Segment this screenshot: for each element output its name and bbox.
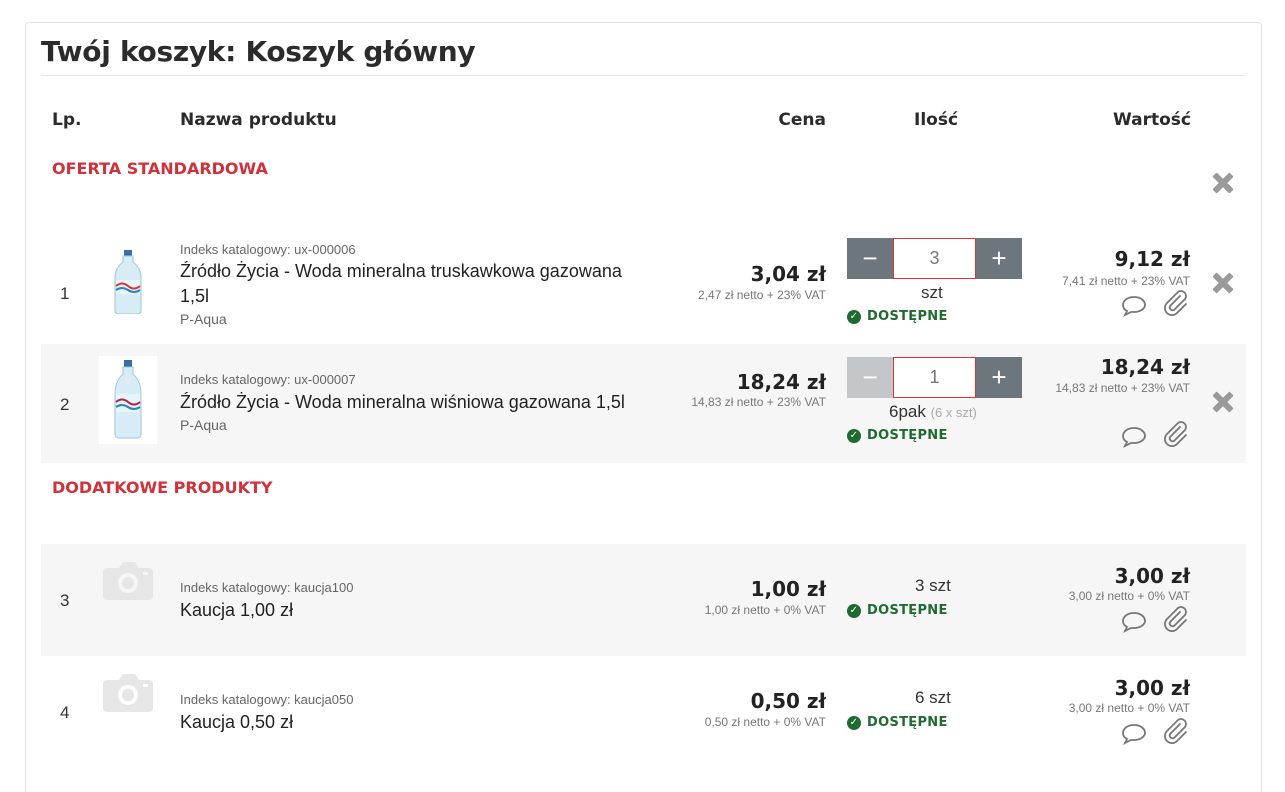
increase-quantity-button[interactable]: +: [976, 357, 1022, 398]
quantity-input[interactable]: [893, 357, 976, 398]
unit-price: 0,50 zł: [750, 689, 826, 713]
availability-status: ✓ DOSTĘPNE: [847, 428, 948, 443]
availability-label: DOSTĘPNE: [867, 715, 948, 730]
table-row: 1 Indeks katalogowy: ux-000006 Źródło Ży…: [41, 218, 1246, 344]
availability-status: ✓ DOSTĘPNE: [847, 603, 948, 618]
title-divider: [41, 75, 1246, 76]
remove-item-button[interactable]: [1210, 270, 1236, 296]
paperclip-icon[interactable]: [1161, 420, 1191, 450]
decrease-quantity-button[interactable]: −: [847, 238, 893, 279]
decrease-quantity-button[interactable]: −: [847, 357, 893, 398]
availability-label: DOSTĘPNE: [867, 309, 948, 324]
unit-price-net: 2,47 zł netto + 23% VAT: [698, 288, 826, 302]
line-total-net: 3,00 zł netto + 0% VAT: [1068, 589, 1190, 603]
remove-item-button[interactable]: [1210, 389, 1236, 415]
camera-placeholder-icon: [99, 662, 157, 722]
column-header-price: Cena: [778, 110, 826, 130]
unit-label: 6pak: [889, 402, 926, 421]
row-number: 2: [60, 395, 70, 414]
paperclip-icon[interactable]: [1161, 717, 1191, 747]
quantity-text: 3 szt: [915, 576, 951, 595]
comment-icon[interactable]: [1121, 426, 1147, 449]
quantity-input[interactable]: [893, 238, 976, 279]
product-name[interactable]: Kaucja 0,50 zł: [180, 710, 650, 735]
unit-price: 1,00 zł: [750, 577, 826, 601]
paperclip-icon[interactable]: [1161, 289, 1191, 319]
section-standard-offer: OFERTA STANDARDOWA: [52, 159, 268, 178]
paperclip-icon[interactable]: [1161, 605, 1191, 635]
availability-label: DOSTĘPNE: [867, 428, 948, 443]
catalog-index: Indeks katalogowy: kaucja050: [180, 692, 354, 707]
line-total: 9,12 zł: [1114, 247, 1190, 271]
quantity-unit: 6pak (6 x szt): [889, 402, 977, 422]
camera-placeholder-icon: [99, 550, 157, 610]
quantity-stepper: − +: [847, 357, 1022, 398]
product-brand: P-Aqua: [180, 311, 227, 327]
column-header-value: Wartość: [1112, 110, 1191, 130]
product-image: [99, 356, 157, 444]
check-circle-icon: ✓: [847, 309, 861, 324]
unit-price-net: 0,50 zł netto + 0% VAT: [704, 715, 826, 729]
quantity-unit: szt: [921, 283, 943, 302]
product-name[interactable]: Źródło Życia - Woda mineralna truskawkow…: [180, 259, 650, 309]
check-circle-icon: ✓: [847, 715, 861, 730]
quantity-text: 6 szt: [915, 688, 951, 707]
product-image: [99, 238, 157, 326]
table-row: 4 Indeks katalogowy: kaucja050 Kaucja 0,…: [41, 656, 1246, 768]
table-row: 2 Indeks katalogowy: ux-000007 Źródło Ży…: [41, 344, 1246, 463]
unit-price-net: 14,83 zł netto + 23% VAT: [691, 395, 826, 409]
availability-status: ✓ DOSTĘPNE: [847, 715, 948, 730]
column-header-lp: Lp.: [52, 110, 82, 130]
row-number: 4: [60, 703, 70, 722]
unit-note: (6 x szt): [930, 405, 977, 420]
line-total-net: 14,83 zł netto + 23% VAT: [1055, 381, 1190, 395]
table-row: 3 Indeks katalogowy: kaucja100 Kaucja 1,…: [41, 544, 1246, 656]
catalog-index: Indeks katalogowy: kaucja100: [180, 580, 354, 595]
check-circle-icon: ✓: [847, 428, 861, 443]
column-header-name: Nazwa produktu: [180, 110, 337, 130]
column-header-qty: Ilość: [914, 110, 959, 130]
catalog-index: Indeks katalogowy: ux-000006: [180, 242, 356, 257]
increase-quantity-button[interactable]: +: [976, 238, 1022, 279]
comment-icon[interactable]: [1121, 295, 1147, 318]
line-total-net: 3,00 zł netto + 0% VAT: [1068, 701, 1190, 715]
section-additional-products: DODATKOWE PRODUKTY: [52, 478, 273, 497]
page-title: Twój koszyk: Koszyk główny: [41, 35, 476, 68]
catalog-index: Indeks katalogowy: ux-000007: [180, 372, 356, 387]
product-name[interactable]: Źródło Życia - Woda mineralna wiśniowa g…: [180, 390, 650, 415]
check-circle-icon: ✓: [847, 603, 861, 618]
unit-price-net: 1,00 zł netto + 0% VAT: [704, 603, 826, 617]
comment-icon[interactable]: [1121, 611, 1147, 634]
row-number: 3: [60, 591, 70, 610]
row-number: 1: [60, 284, 70, 303]
cart-panel: Twój koszyk: Koszyk główny Lp. Nazwa pro…: [25, 22, 1262, 792]
line-total: 18,24 zł: [1100, 355, 1190, 379]
availability-label: DOSTĘPNE: [867, 603, 948, 618]
product-brand: P-Aqua: [180, 417, 227, 433]
quantity-stepper: − +: [847, 238, 1022, 279]
comment-icon[interactable]: [1121, 723, 1147, 746]
product-name[interactable]: Kaucja 1,00 zł: [180, 598, 650, 623]
remove-section-button[interactable]: [1210, 170, 1236, 196]
availability-status: ✓ DOSTĘPNE: [847, 309, 948, 324]
unit-price: 3,04 zł: [750, 262, 826, 286]
